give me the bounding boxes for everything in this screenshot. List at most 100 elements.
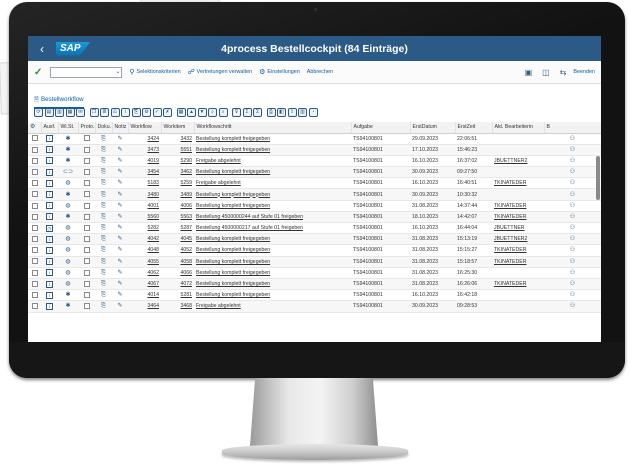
workitem-id-link[interactable]: 5281 (161, 289, 194, 302)
agent-cell[interactable]: ⚇ (544, 244, 601, 257)
info-icon[interactable]: i (46, 291, 53, 299)
workflow-id-link[interactable]: 4019 (128, 155, 161, 168)
note-cell[interactable]: ✎ (112, 200, 128, 212)
agent-cell[interactable]: ⚇ (544, 256, 601, 268)
protocol-cell[interactable] (78, 177, 95, 190)
current-agent-link[interactable]: TKINATEDER (492, 200, 544, 212)
workitem-id-link[interactable]: 3432 (161, 133, 194, 145)
command-field[interactable]: ⌄ (50, 66, 123, 78)
protocol-cell[interactable] (78, 289, 95, 302)
checkbox[interactable] (31, 213, 38, 220)
document-cell[interactable]: ⎘ (95, 188, 112, 201)
row-select-checkbox[interactable] (28, 300, 41, 313)
find-next-icon[interactable]: ⌕ (218, 107, 228, 117)
details-icon[interactable]: ▦ (65, 107, 75, 117)
note-icon[interactable]: ✎ (117, 192, 122, 198)
workflow-step-link[interactable]: Bestellung komplett freigegeben (194, 267, 351, 279)
current-agent-link[interactable]: TKINATEDER (492, 256, 544, 268)
protocol-icon[interactable] (83, 258, 90, 265)
note-icon[interactable]: ✎ (117, 225, 122, 231)
note-icon[interactable]: ✎ (117, 203, 122, 209)
document-cell[interactable]: ⎘ (95, 155, 112, 168)
column-header[interactable]: Ausf. (41, 122, 59, 134)
workflow-id-link[interactable]: 4042 (128, 233, 161, 246)
column-header[interactable]: B (544, 122, 601, 134)
info-icon[interactable]: i (46, 202, 53, 210)
execute-cell[interactable]: i (41, 233, 58, 246)
workflow-step-link[interactable]: Bestellung komplett freigegeben (194, 278, 351, 291)
protocol-cell[interactable] (78, 256, 95, 268)
note-icon[interactable]: ✎ (117, 303, 122, 309)
note-cell[interactable]: ✎ (112, 177, 128, 190)
agent-cell[interactable]: ⚇ (544, 289, 601, 302)
manage-substitutes-button[interactable]: ☍ Vertretungen verwalten (188, 68, 253, 76)
row-select-checkbox[interactable] (28, 188, 41, 201)
current-agent-link[interactable]: TKINATEDER (492, 278, 544, 291)
info-icon[interactable]: i (46, 213, 53, 221)
grid-icon[interactable]: ▦ (176, 107, 186, 117)
protocol-cell[interactable] (78, 300, 95, 313)
document-icon[interactable]: ⎘ (101, 281, 106, 287)
table-row[interactable]: i ✱ ⎘ ✎ 5560 5563 Bestellung 4500000244 auf St… (28, 211, 601, 224)
column-header[interactable]: Workflowschritt (194, 122, 352, 134)
table-row[interactable]: i ✱ ⎘ ✎ 3473 5551 Bestellung komplett freigege… (28, 144, 601, 156)
note-cell[interactable]: ✎ (112, 289, 128, 302)
protocol-cell[interactable] (78, 267, 95, 279)
select-all-icon[interactable]: ▤ (44, 107, 54, 117)
protocol-icon[interactable] (83, 135, 90, 142)
workflow-id-link[interactable]: 4014 (128, 289, 161, 302)
info-icon[interactable]: i (46, 302, 53, 310)
execute-cell[interactable]: i (41, 133, 58, 145)
agent-cell[interactable]: ⚇ (544, 200, 601, 212)
document-icon[interactable]: ⎘ (101, 270, 106, 276)
row-select-checkbox[interactable] (28, 289, 41, 302)
workflow-step-link[interactable]: Freigabe abgelehnt (194, 300, 351, 313)
current-agent-link[interactable] (492, 300, 544, 313)
user-icon[interactable]: ⚇ (570, 180, 575, 186)
agent-cell[interactable]: ⚇ (544, 177, 601, 190)
mail-icon[interactable]: ✉ (76, 107, 85, 117)
copy-icon[interactable]: ❐ (89, 107, 99, 117)
note-icon[interactable]: ✎ (117, 158, 122, 164)
table-row[interactable]: i ✱ ⎘ ✎ 3464 3468 Freigabe abgelehnt TS94100801… (28, 300, 601, 313)
protocol-icon[interactable] (83, 202, 90, 209)
execute-cell[interactable]: i (41, 177, 58, 190)
layout-icon[interactable]: ◫ (542, 68, 550, 77)
info-icon[interactable]: i (46, 269, 53, 277)
table-row[interactable]: i ◍ ⎘ ✎ 4042 4045 Bestellung komplett freigege… (28, 233, 601, 246)
row-select-checkbox[interactable] (28, 155, 41, 168)
document-cell[interactable]: ⎘ (95, 267, 112, 279)
workflow-id-link[interactable]: 3473 (128, 144, 161, 156)
note-icon[interactable]: ✎ (117, 270, 122, 276)
document-icon[interactable]: ⎘ (101, 203, 106, 209)
export-icon[interactable]: ⇪ (287, 107, 297, 117)
row-select-checkbox[interactable] (28, 233, 41, 246)
document-icon[interactable]: ⎘ (101, 214, 106, 220)
agent-cell[interactable]: ⚇ (544, 267, 601, 279)
note-icon[interactable]: ✎ (117, 214, 122, 220)
document-cell[interactable]: ⎘ (95, 177, 112, 190)
workitem-id-link[interactable]: 3489 (161, 188, 194, 201)
checkbox[interactable] (31, 135, 38, 142)
workflow-icon[interactable]: ⚙ (142, 107, 151, 117)
execute-cell[interactable]: i (41, 300, 58, 313)
protocol-icon[interactable] (83, 213, 90, 220)
column-header[interactable]: ErstZeit (455, 122, 493, 134)
user-icon[interactable]: ⚇ (570, 247, 575, 253)
user-icon[interactable]: ⚇ (570, 158, 575, 164)
info-icon[interactable]: i (46, 168, 53, 176)
execute-cell[interactable]: i (41, 256, 58, 268)
column-header[interactable]: Aufgabe (351, 122, 411, 134)
document-cell[interactable]: ⎘ (95, 256, 112, 268)
table-row[interactable]: i ◍ ⎘ ✎ 4067 4072 Bestellung komplett freigege… (28, 278, 601, 291)
workflow-step-link[interactable]: Freigabe abgelehnt (194, 177, 351, 190)
note-icon[interactable]: ✎ (117, 136, 122, 142)
user-icon[interactable]: ⚇ (570, 214, 575, 220)
table-row[interactable]: i ◍ ⎘ ✎ 4062 4066 Bestellung komplett freigege… (28, 267, 601, 279)
document-cell[interactable]: ⎘ (95, 144, 112, 156)
column-header[interactable]: Workitem (161, 122, 195, 134)
checkbox[interactable] (31, 146, 38, 153)
settings-button[interactable]: ⚙ Einstellungen (259, 68, 300, 76)
workitem-id-link[interactable]: 4052 (161, 244, 194, 257)
table-row[interactable]: i ◍ ⎘ ✎ 4055 4058 Bestellung komplett freigege… (28, 256, 601, 268)
